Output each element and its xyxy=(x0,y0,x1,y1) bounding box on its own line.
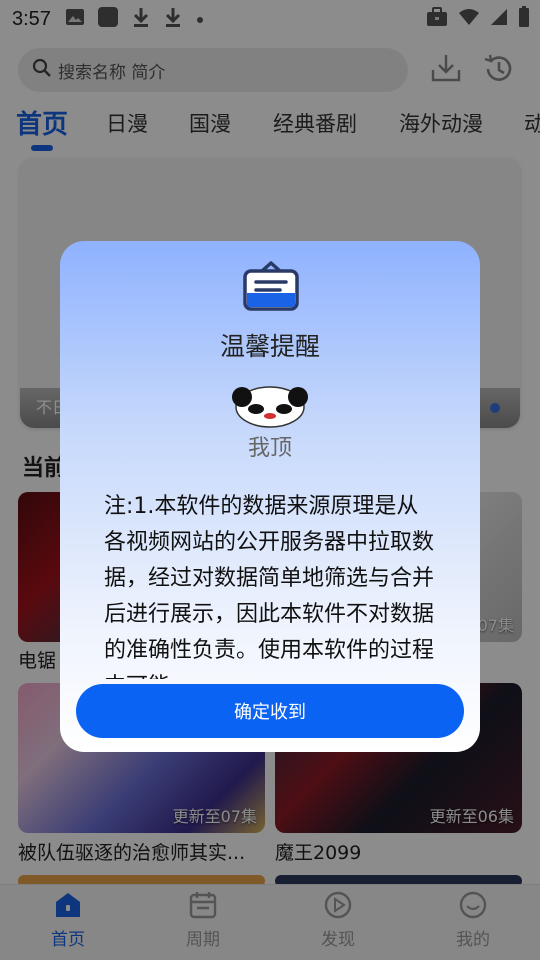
notice-box-icon xyxy=(242,261,300,317)
notice-dialog: 温馨提醒 我顶 注:1.本软件的数据来源原理是从各视频网站的公开服务器中拉取数据… xyxy=(60,241,480,752)
dialog-body[interactable]: 注:1.本软件的数据来源原理是从各视频网站的公开服务器中拉取数据，经过对数据简单… xyxy=(104,489,434,679)
sticker-text: 我顶 xyxy=(248,436,292,461)
confirm-button[interactable]: 确定收到 xyxy=(76,684,464,738)
dialog-title: 温馨提醒 xyxy=(219,332,320,361)
panda-sticker: 我顶 xyxy=(232,385,308,469)
